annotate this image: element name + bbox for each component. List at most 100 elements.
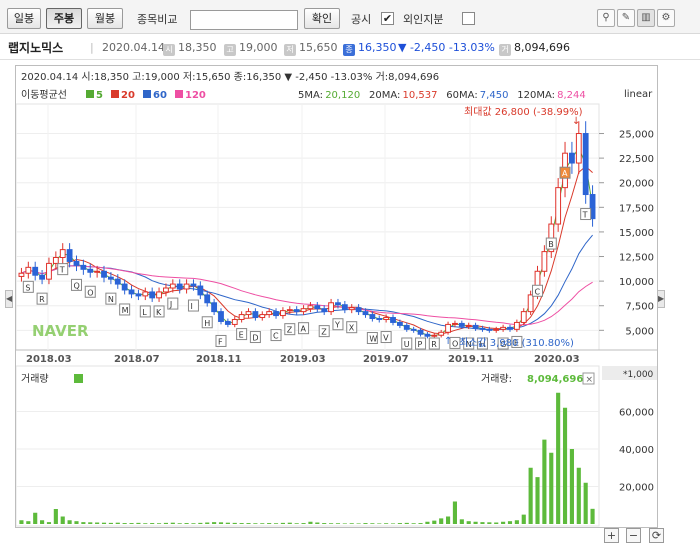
- event-marker-label: Z: [287, 326, 293, 335]
- event-marker-label: R: [431, 340, 437, 349]
- candle-body: [183, 283, 190, 290]
- candle-body: [300, 308, 307, 313]
- event-markers[interactable]: SRTQONM L KJ IHFE D CZ A ZY XW VU P R O N H G ECBAT: [22, 166, 592, 350]
- ma-value-label: 120MA:: [517, 90, 555, 101]
- candle-body: [314, 305, 321, 310]
- candle-body: [307, 305, 314, 310]
- volume-bar: [315, 522, 320, 524]
- confirm-button[interactable]: 확인: [304, 8, 340, 29]
- date-axis: 2018.03 2018.07 2018.11 2019.03 2019.07 2019.…: [26, 354, 580, 365]
- candle-body: [479, 327, 486, 330]
- draw-icon[interactable]: ✎: [617, 9, 635, 27]
- volume-bars: [19, 392, 595, 524]
- volume-bar: [432, 520, 437, 524]
- volume-bar: [535, 477, 540, 524]
- refresh-icon[interactable]: ⟳: [649, 528, 664, 543]
- volume-bar: [40, 520, 45, 524]
- volume-bar: [439, 518, 444, 524]
- period-monthly-button[interactable]: 월봉: [87, 8, 123, 29]
- price-tick-label: 25,000: [619, 130, 654, 141]
- volume-info: 거 8,094,696: [499, 41, 570, 56]
- candle-body: [362, 311, 369, 316]
- price-grid: [16, 104, 599, 350]
- volume-bar: [576, 467, 581, 524]
- candle-body: [513, 321, 520, 330]
- volume-bar: [239, 523, 244, 524]
- volume-bar: [129, 523, 134, 524]
- open-icon: 시: [163, 44, 175, 56]
- price-tick-label: 5,000: [625, 326, 654, 337]
- period-weekly-button[interactable]: 주봉: [46, 8, 82, 29]
- price-tick-label: 12,500: [619, 253, 654, 264]
- compare-input[interactable]: [190, 10, 298, 30]
- separator: |: [90, 41, 94, 54]
- date-tick-label: 2019.03: [280, 354, 326, 365]
- settings-icon[interactable]: ⚙: [657, 9, 675, 27]
- layout-icon[interactable]: ▥: [637, 9, 655, 27]
- event-marker-label: N: [108, 295, 114, 304]
- candle-body: [472, 324, 479, 329]
- volume-bar: [184, 523, 189, 524]
- ma-legend: 5 20 60 120: [86, 90, 206, 101]
- candle-body: [465, 324, 472, 327]
- volume-bar: [459, 519, 464, 524]
- volume-panel-title: 거래량: [21, 373, 49, 385]
- zoom-in-button[interactable]: +: [604, 528, 619, 543]
- zoom-out-button[interactable]: −: [626, 528, 641, 543]
- volume-bar: [590, 508, 595, 524]
- candle-body: [121, 283, 128, 291]
- scroll-right-arrow[interactable]: ▶: [657, 290, 665, 308]
- stock-chart[interactable]: 2020.04.14 시:18,350 고:19,000 저:15,650 종:…: [15, 66, 657, 527]
- candle-body: [245, 311, 252, 316]
- volume-bar: [136, 522, 141, 524]
- candle-body: [197, 285, 204, 296]
- candle-body: [259, 314, 266, 319]
- volume-bar: [26, 521, 31, 524]
- candle-body: [107, 276, 114, 280]
- foreign-ownership-checkbox[interactable]: [462, 12, 475, 25]
- candle-body: [582, 133, 589, 196]
- disclosure-checkbox[interactable]: ✔: [381, 12, 394, 25]
- candle-body: [376, 318, 383, 321]
- candle-body: [135, 293, 142, 297]
- close-icon: 종: [343, 44, 355, 56]
- ma-line: [21, 147, 594, 337]
- candle-body: [341, 304, 348, 311]
- stock-name: 랩지노믹스: [8, 41, 64, 55]
- ma-legend-label: 60: [153, 90, 167, 101]
- scroll-left-arrow[interactable]: ◀: [5, 290, 13, 308]
- price-tick-label: 15,000: [619, 228, 654, 239]
- ma-value-label: 20MA:: [369, 90, 400, 101]
- candle-body: [493, 328, 500, 331]
- candle-body: [59, 249, 66, 259]
- chart-frame[interactable]: 2020.04.14 시:18,350 고:19,000 저:15,650 종:…: [15, 65, 658, 528]
- volume-icon: 거: [499, 44, 511, 56]
- ma-value-label: 5MA:: [298, 90, 323, 101]
- candle-body: [452, 322, 458, 325]
- candle-body: [190, 283, 197, 287]
- close-icon[interactable]: ×: [586, 375, 594, 385]
- compare-label: 종목비교: [137, 13, 178, 26]
- candle-body: [527, 294, 534, 313]
- date-tick-label: 2018.07: [114, 354, 160, 365]
- price-tick-label: 10,000: [619, 277, 654, 288]
- event-marker-label: J: [169, 300, 172, 309]
- candle-body: [569, 152, 575, 164]
- candle-body: [204, 294, 211, 304]
- candle-body: [18, 272, 25, 277]
- candle-body: [438, 331, 445, 336]
- open-price: 시 18,350: [163, 41, 217, 56]
- scale-label[interactable]: linear: [624, 89, 653, 100]
- candle-body: [25, 266, 32, 274]
- high-value: 19,000: [239, 41, 278, 54]
- candle-body: [211, 302, 218, 313]
- volume-bar: [542, 439, 547, 524]
- min-value-label: 최소값 3,980 (310.80%): [459, 337, 574, 349]
- volume-unit: *1,000: [623, 370, 654, 380]
- volume-value-label: 거래량:: [481, 373, 512, 385]
- candle-body: [163, 287, 169, 293]
- volume-value: 8,094,696: [514, 41, 570, 54]
- period-daily-button[interactable]: 일봉: [7, 8, 41, 29]
- indicator-icon[interactable]: ⚲: [597, 9, 615, 27]
- volume-bar: [521, 514, 526, 524]
